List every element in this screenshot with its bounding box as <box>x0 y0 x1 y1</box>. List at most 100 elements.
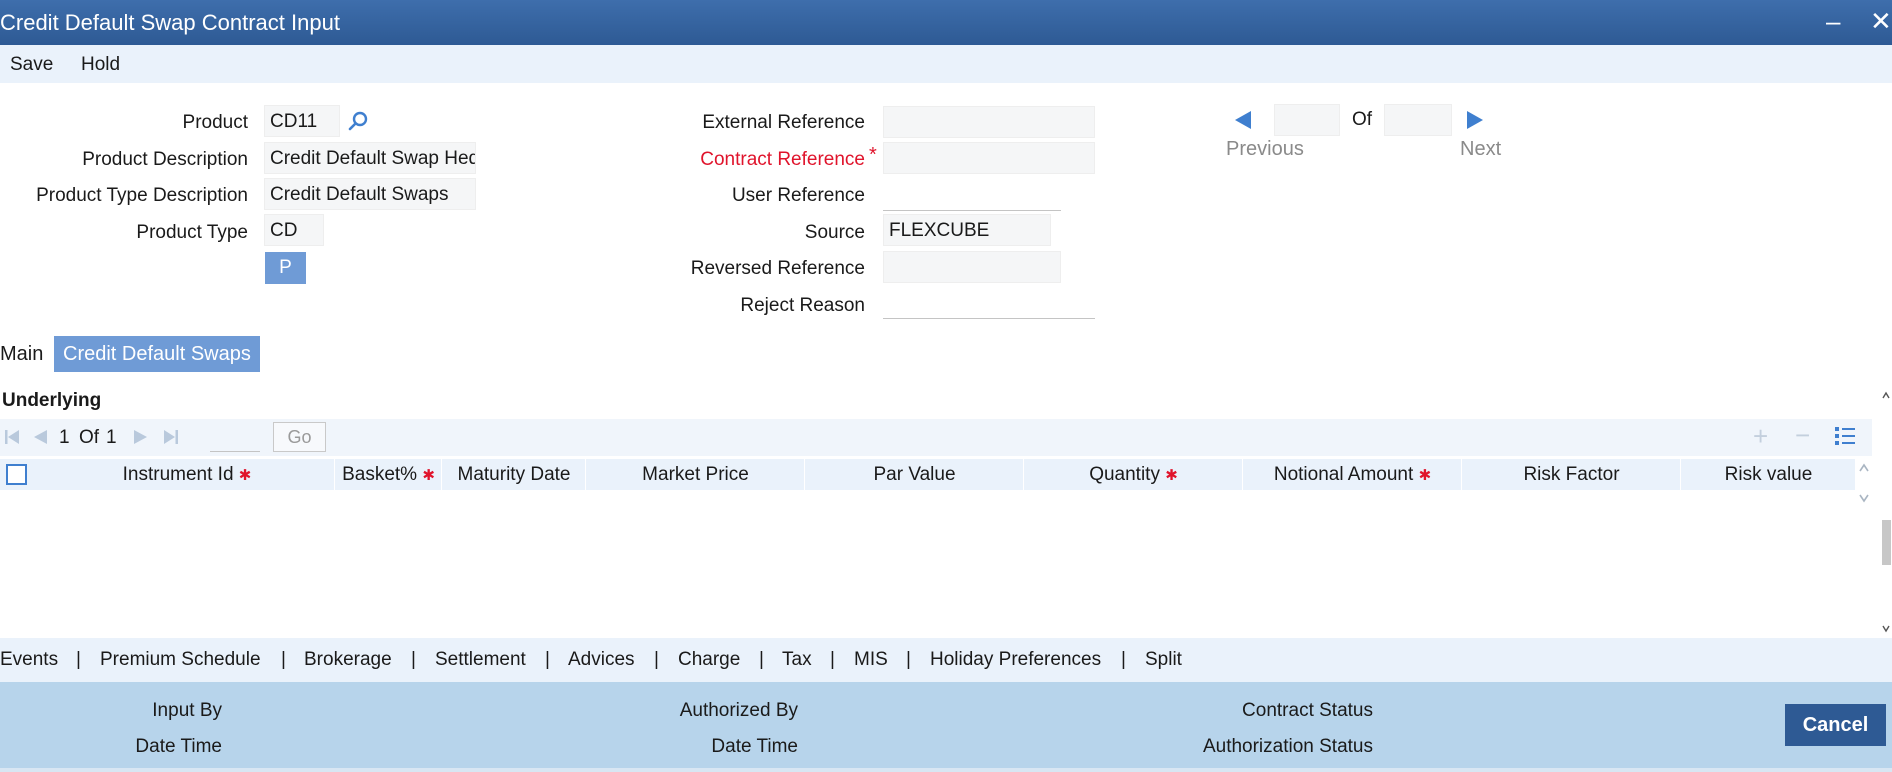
page-scrollbar[interactable] <box>1880 390 1892 635</box>
authorized-by-label: Authorized By <box>679 700 798 721</box>
p-button[interactable]: P <box>265 252 306 284</box>
total-pages: 1 <box>106 427 117 448</box>
contract-reference-label: Contract Reference <box>700 149 865 171</box>
total-records-field <box>1384 104 1452 136</box>
reject-reason-field[interactable] <box>883 287 1095 319</box>
product-description-field[interactable]: Credit Default Swap Hedging <box>264 142 476 174</box>
column-instrument-id[interactable]: Instrument Id ✱ <box>40 459 335 490</box>
tab-main[interactable]: Main <box>0 336 43 372</box>
next-record-icon[interactable] <box>1465 110 1485 136</box>
product-description-label: Product Description <box>82 149 248 170</box>
mis-link[interactable]: MIS <box>854 649 888 671</box>
settlement-link[interactable]: Settlement <box>435 649 526 671</box>
underlying-section-title: Underlying <box>2 390 102 411</box>
column-quantity[interactable]: Quantity ✱ <box>1025 459 1243 490</box>
brokerage-link[interactable]: Brokerage <box>304 649 392 671</box>
premium-schedule-link[interactable]: Premium Schedule <box>100 649 261 671</box>
current-record-field[interactable] <box>1274 104 1340 136</box>
grid-toolbar: 1 Of 1 Go + − <box>0 419 1872 456</box>
menu-bar: Save Hold <box>0 45 1892 83</box>
required-star-icon: ✱ <box>422 467 435 484</box>
grid-header-row: Instrument Id ✱ Basket% ✱ Maturity Date … <box>0 459 1855 490</box>
product-type-description-field[interactable]: Credit Default Swaps <box>264 178 476 210</box>
advices-link[interactable]: Advices <box>568 649 635 671</box>
single-view-icon[interactable] <box>1834 426 1856 452</box>
add-row-icon[interactable]: + <box>1753 421 1768 452</box>
tab-credit-default-swaps[interactable]: Credit Default Swaps <box>54 336 260 372</box>
audit-footer: Input By Date Time Authorized By Date Ti… <box>0 682 1892 768</box>
previous-page-icon[interactable] <box>32 429 48 451</box>
product-field[interactable]: CD11 <box>264 105 340 137</box>
grid-inner-scrollbar[interactable] <box>1856 459 1872 507</box>
go-button[interactable]: Go <box>273 422 326 452</box>
authorization-status-label: Authorization Status <box>1202 736 1373 757</box>
column-basket-percent[interactable]: Basket% ✱ <box>336 459 442 490</box>
link-separator: | <box>545 649 550 670</box>
minimize-icon[interactable]: – <box>1826 8 1840 34</box>
source-field[interactable]: FLEXCUBE <box>883 214 1051 246</box>
next-label[interactable]: Next <box>1460 138 1501 161</box>
link-separator: | <box>411 649 416 670</box>
external-reference-field[interactable] <box>883 106 1095 138</box>
close-icon[interactable]: ✕ <box>1870 8 1892 34</box>
last-page-icon[interactable] <box>163 429 179 451</box>
column-risk-value[interactable]: Risk value <box>1682 459 1855 490</box>
delete-row-icon[interactable]: − <box>1795 420 1810 451</box>
next-page-icon[interactable] <box>133 429 149 451</box>
charge-link[interactable]: Charge <box>678 649 740 671</box>
product-type-field[interactable]: CD <box>264 214 324 246</box>
contract-reference-label-text: Contract Reference <box>700 149 865 170</box>
source-label: Source <box>804 222 865 243</box>
link-separator: | <box>281 649 286 670</box>
cds-contract-input-window: Credit Default Swap Contract Input – ✕ S… <box>0 0 1892 772</box>
split-link[interactable]: Split <box>1145 649 1182 671</box>
product-type-description-label: Product Type Description <box>36 185 248 206</box>
column-risk-factor[interactable]: Risk Factor <box>1463 459 1681 490</box>
previous-label[interactable]: Previous <box>1226 138 1304 161</box>
product-label: Product <box>182 112 248 133</box>
current-page: 1 <box>59 427 70 448</box>
required-star-icon: ✱ <box>1165 467 1178 484</box>
link-separator: | <box>830 649 835 670</box>
required-star-icon: ✱ <box>1418 467 1432 484</box>
reject-reason-label: Reject Reason <box>740 295 865 316</box>
cancel-button[interactable]: Cancel <box>1785 704 1886 746</box>
reversed-reference-field[interactable] <box>883 251 1061 283</box>
link-separator: | <box>906 649 911 670</box>
link-separator: | <box>1121 649 1126 670</box>
column-notional-amount-label: Notional Amount <box>1273 464 1414 485</box>
link-separator: | <box>759 649 764 670</box>
auth-date-time-label: Date Time <box>711 736 798 757</box>
select-all-checkbox[interactable] <box>6 464 27 485</box>
contract-reference-field[interactable] <box>883 142 1095 174</box>
column-par-value[interactable]: Par Value <box>806 459 1024 490</box>
external-reference-label: External Reference <box>702 112 865 133</box>
product-type-label: Product Type <box>136 222 248 243</box>
contract-status-label: Contract Status <box>1242 700 1373 721</box>
previous-record-icon[interactable] <box>1233 110 1253 136</box>
column-maturity-date[interactable]: Maturity Date <box>443 459 586 490</box>
save-menu-item[interactable]: Save <box>10 54 53 76</box>
column-notional-amount[interactable]: Notional Amount ✱ <box>1244 459 1462 490</box>
page-of-label: Of <box>79 427 100 448</box>
events-link[interactable]: Events <box>0 649 58 671</box>
window-title: Credit Default Swap Contract Input <box>0 10 340 35</box>
column-basket-percent-label: Basket% <box>342 464 418 485</box>
holiday-preferences-link[interactable]: Holiday Preferences <box>930 649 1101 671</box>
page-number-input[interactable] <box>210 422 260 452</box>
user-reference-label: User Reference <box>731 185 865 206</box>
grid-body <box>0 490 1855 635</box>
user-reference-field[interactable] <box>883 179 1061 211</box>
bottom-border <box>0 768 1892 772</box>
link-separator: | <box>654 649 659 670</box>
hold-menu-item[interactable]: Hold <box>81 54 120 76</box>
column-quantity-label: Quantity <box>1089 464 1160 485</box>
reversed-reference-label: Reversed Reference <box>690 258 865 279</box>
date-time-label: Date Time <box>135 736 222 757</box>
link-separator: | <box>76 649 81 670</box>
first-page-icon[interactable] <box>4 429 20 451</box>
required-star-icon: ✱ <box>238 467 252 484</box>
search-icon[interactable] <box>348 110 370 132</box>
column-market-price[interactable]: Market Price <box>587 459 805 490</box>
tax-link[interactable]: Tax <box>782 649 812 671</box>
